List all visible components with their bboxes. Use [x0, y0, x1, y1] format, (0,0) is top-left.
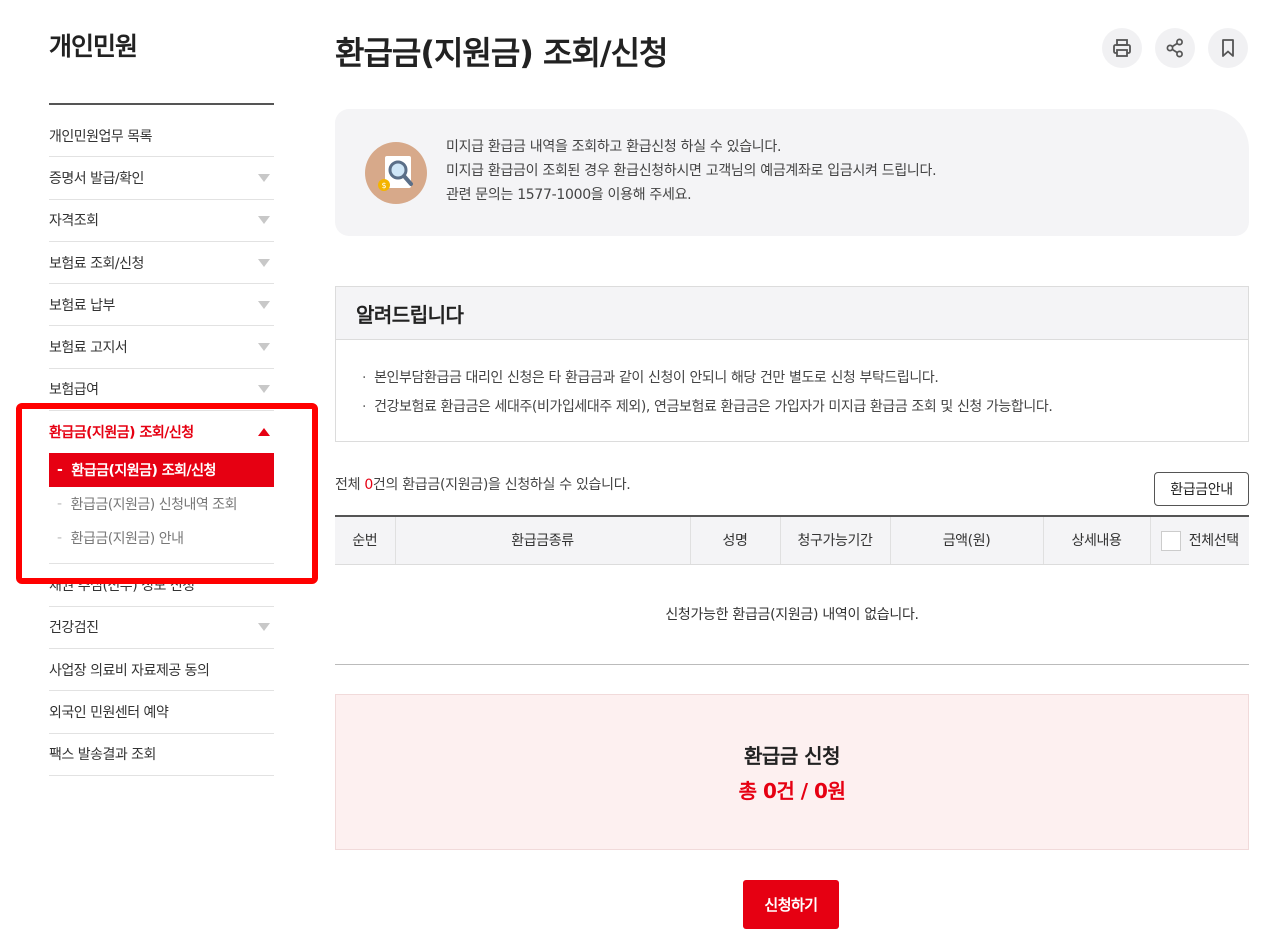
info-line: 미지급 환급금 내역을 조회하고 환급신청 하실 수 있습니다.: [446, 139, 782, 155]
sidebar-subitem-refund-history[interactable]: - 환급금(지원금) 신청내역 조회: [49, 487, 274, 521]
sidebar-item-label: 팩스 발송결과 조회: [49, 747, 156, 764]
chevron-up-icon: [258, 428, 270, 437]
chevron-down-icon: [258, 216, 270, 225]
sidebar-item-benefits[interactable]: 보험급여: [49, 369, 274, 412]
share-button[interactable]: [1155, 28, 1195, 68]
sidebar-subitem-label: 환급금(지원금) 조회/신청: [71, 463, 216, 480]
chevron-down-icon: [258, 343, 270, 352]
col-header-amount: 금액(원): [889, 516, 1043, 565]
sidebar-item-label: 증명서 발급/확인: [49, 170, 144, 187]
info-text: 미지급 환급금 내역을 조회하고 환급신청 하실 수 있습니다. 미지급 환급금…: [446, 135, 937, 207]
dash-icon: -: [57, 496, 62, 513]
refund-search-icon: $: [365, 142, 427, 204]
dash-icon: -: [57, 462, 63, 479]
sidebar-item-certificate[interactable]: 증명서 발급/확인: [49, 157, 274, 200]
select-all-label: 전체선택: [1188, 532, 1239, 549]
sidebar-item-label: 보험료 조회/신청: [49, 255, 144, 272]
refund-guide-button[interactable]: 환급금안내: [1154, 472, 1249, 506]
col-header-claim-period: 청구가능기간: [779, 516, 890, 565]
bookmark-button[interactable]: [1208, 28, 1248, 68]
sidebar-divider: [49, 103, 274, 105]
refund-table: 순번 환급금종류 성명 청구가능기간 금액(원) 상세내용 전체선택 신청가능한…: [335, 515, 1249, 665]
notice-item: 본인부담환급금 대리인 신청은 타 환급금과 같이 신청이 안되니 해당 건만 …: [362, 364, 1248, 393]
sidebar-title: 개인민원: [49, 32, 138, 61]
svg-text:$: $: [381, 181, 386, 190]
sidebar-item-eligibility[interactable]: 자격조회: [49, 200, 274, 242]
count-number: 0: [364, 477, 373, 493]
col-header-name: 성명: [689, 516, 780, 565]
col-header-details: 상세내용: [1042, 516, 1150, 565]
sidebar-submenu: - 환급금(지원금) 조회/신청 - 환급금(지원금) 신청내역 조회 - 환급…: [49, 453, 274, 565]
table-empty-message: 신청가능한 환급금(지원금) 내역이 없습니다.: [335, 564, 1249, 665]
chevron-down-icon: [258, 300, 270, 309]
sidebar-item-label: 보험료 고지서: [49, 340, 128, 357]
sidebar-item-label: 개인민원업무 목록: [49, 128, 153, 145]
col-header-number: 순번: [335, 516, 395, 565]
refund-count-text: 전체 0건의 환급금(지원금)을 신청하실 수 있습니다.: [335, 474, 631, 494]
sidebar-subitem-refund-inquiry[interactable]: - 환급금(지원금) 조회/신청: [49, 453, 274, 488]
apply-button[interactable]: 신청하기: [743, 880, 839, 929]
sidebar-item-label: 보험급여: [49, 382, 99, 399]
chevron-down-icon: [258, 385, 270, 394]
notice-title: 알려드립니다: [336, 287, 1248, 340]
table-header-row: 순번 환급금종류 성명 청구가능기간 금액(원) 상세내용 전체선택: [335, 516, 1249, 565]
col-header-select-all[interactable]: 전체선택: [1149, 516, 1249, 565]
sidebar-item-label: 자격조회: [49, 213, 99, 230]
summary-total: 총 0건 / 0원: [738, 779, 846, 803]
bookmark-icon: [1222, 39, 1234, 57]
info-box: $ 미지급 환급금 내역을 조회하고 환급신청 하실 수 있습니다. 미지급 환…: [335, 109, 1249, 236]
count-prefix: 전체: [335, 477, 365, 493]
table-row: 신청가능한 환급금(지원금) 내역이 없습니다.: [335, 564, 1249, 665]
print-button[interactable]: [1102, 28, 1142, 68]
sidebar-item-label: 외국인 민원센터 예약: [49, 704, 169, 721]
chevron-down-icon: [258, 258, 270, 267]
sidebar-item-premium-notice[interactable]: 보험료 고지서: [49, 326, 274, 369]
sidebar-item-personal-list[interactable]: 개인민원업무 목록: [49, 115, 274, 158]
info-line: 관련 문의는 1577-1000을 이용해 주세요.: [446, 187, 692, 203]
sidebar-item-medical-consent[interactable]: 사업장 의료비 자료제공 동의: [49, 649, 274, 692]
sidebar-subitem-label: 환급금(지원금) 신청내역 조회: [70, 497, 238, 514]
sidebar-item-refund[interactable]: 환급금(지원금) 조회/신청: [49, 411, 274, 453]
notice-list: 본인부담환급금 대리인 신청은 타 환급금과 같이 신청이 안되니 해당 건만 …: [336, 340, 1248, 422]
summary-title: 환급금 신청: [744, 744, 840, 768]
chevron-down-icon: [258, 623, 270, 632]
dash-icon: -: [57, 530, 62, 547]
sidebar-subitem-refund-guide[interactable]: - 환급금(지원금) 안내: [49, 521, 274, 555]
info-line: 미지급 환급금이 조회된 경우 환급신청하시면 고객님의 예금계좌로 입금시켜 …: [446, 163, 937, 179]
sidebar-item-label: 건강검진: [49, 620, 99, 637]
sidebar-item-fax-result[interactable]: 팩스 발송결과 조회: [49, 734, 274, 776]
refund-summary: 환급금 신청 총 0건 / 0원: [335, 694, 1249, 850]
sidebar-item-label: 환급금(지원금) 조회/신청: [49, 425, 194, 442]
sidebar-item-debt-collection[interactable]: 채권 추심(전부) 정보 신청: [49, 564, 274, 607]
print-icon: [1113, 39, 1131, 57]
share-icon: [1166, 38, 1183, 58]
sidebar-item-premium-payment[interactable]: 보험료 납부: [49, 284, 274, 327]
sidebar-item-label: 보험료 납부: [49, 297, 115, 314]
sidebar-subitem-label: 환급금(지원금) 안내: [70, 531, 184, 548]
sidebar-menu: 개인민원업무 목록 증명서 발급/확인 자격조회 보험료 조회/신청 보험료 납…: [49, 115, 274, 776]
notice-box: 알려드립니다 본인부담환급금 대리인 신청은 타 환급금과 같이 신청이 안되니…: [335, 286, 1249, 442]
count-suffix: 건의 환급금(지원금)을 신청하실 수 있습니다.: [372, 477, 631, 493]
select-all-checkbox[interactable]: [1160, 530, 1181, 551]
sidebar-item-label: 사업장 의료비 자료제공 동의: [49, 662, 210, 679]
chevron-down-icon: [258, 173, 270, 182]
sidebar-item-foreigner-center[interactable]: 외국인 민원센터 예약: [49, 691, 274, 734]
col-header-refund-type: 환급금종류: [394, 516, 690, 565]
page-title: 환급금(지원금) 조회/신청: [335, 34, 668, 72]
sidebar-item-label: 채권 추심(전부) 정보 신청: [49, 578, 195, 595]
notice-item: 건강보험료 환급금은 세대주(비가입세대주 제외), 연금보험료 환급금은 가입…: [362, 393, 1248, 422]
sidebar-item-premium-inquiry[interactable]: 보험료 조회/신청: [49, 242, 274, 285]
sidebar-item-health-checkup[interactable]: 건강검진: [49, 607, 274, 649]
